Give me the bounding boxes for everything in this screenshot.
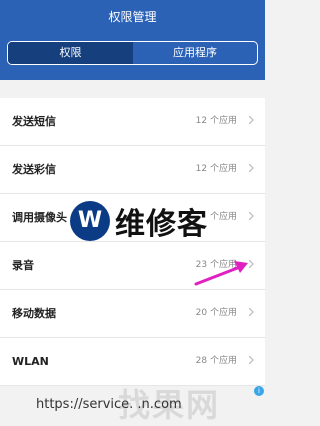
chevron-right-icon	[248, 356, 254, 364]
page-title: 权限管理	[108, 10, 157, 24]
chevron-right-icon	[248, 212, 254, 220]
watermark-url: https://service. .n.com	[36, 397, 182, 412]
permission-row-wlan[interactable]: WLAN 28 个应用	[0, 338, 265, 386]
segmented-control: 权限 应用程序	[7, 41, 258, 65]
watermark-logo: W	[70, 201, 110, 241]
annotation-arrow-icon	[194, 261, 248, 286]
app-header: 权限管理 权限 应用程序	[0, 0, 265, 80]
permission-label: 发送彩信	[12, 163, 56, 176]
app-count: 28 个应用	[195, 356, 237, 366]
permission-label: 调用摄像头	[12, 211, 67, 224]
app-count: 个应用	[209, 212, 237, 222]
permission-label: 移动数据	[12, 307, 56, 320]
permission-label: WLAN	[12, 355, 49, 368]
permission-label: 发送短信	[12, 115, 56, 128]
tab-permissions[interactable]: 权限	[8, 42, 133, 64]
info-icon: i	[254, 386, 264, 396]
app-count: 12 个应用	[195, 164, 237, 174]
app-count: 20 个应用	[195, 308, 237, 318]
chevron-right-icon	[248, 116, 254, 124]
tab-applications[interactable]: 应用程序	[133, 42, 257, 64]
app-count: 12 个应用	[195, 116, 237, 126]
chevron-right-icon	[248, 308, 254, 316]
permission-label: 录音	[12, 259, 34, 272]
permission-row-mobile-data[interactable]: 移动数据 20 个应用	[0, 290, 265, 338]
permission-row-sms[interactable]: 发送短信 12 个应用	[0, 98, 265, 146]
permission-row-mms[interactable]: 发送彩信 12 个应用	[0, 146, 265, 194]
watermark-brand: 维修客	[115, 207, 208, 242]
chevron-right-icon	[248, 164, 254, 172]
